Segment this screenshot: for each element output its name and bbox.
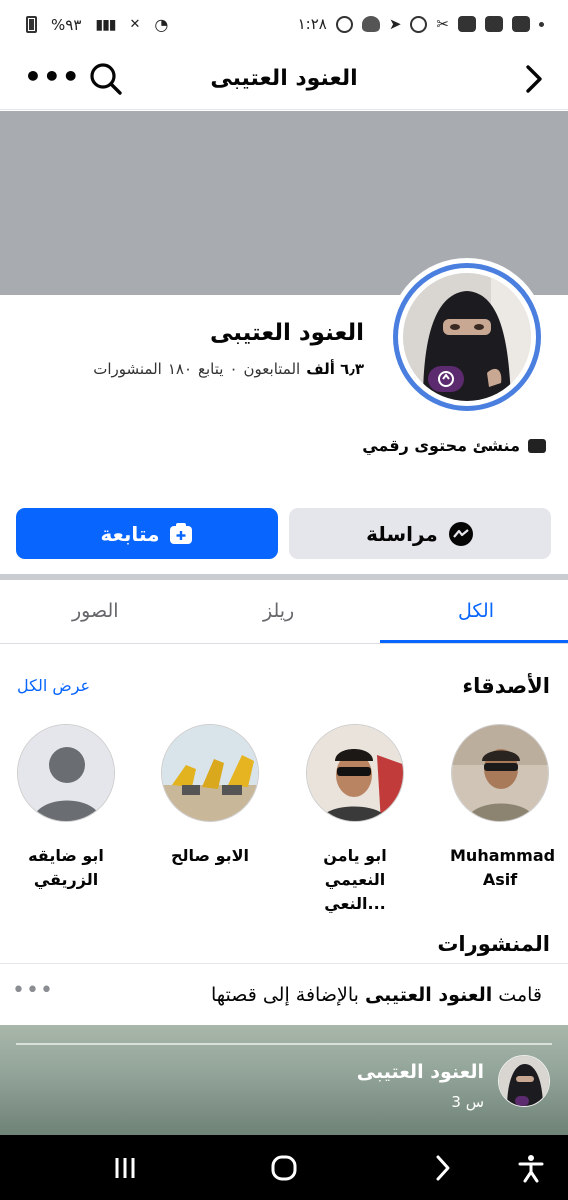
battery-icon [26, 16, 37, 33]
following-label[interactable]: يتابع [198, 360, 223, 378]
post-more-icon[interactable]: ••• [12, 978, 54, 1003]
add-follow-icon [170, 522, 193, 544]
whatsapp-icon [335, 15, 353, 33]
story-preview[interactable]: العنود العتيبى 3 س [0, 1025, 568, 1135]
follow-button-label: متابعة [100, 521, 160, 546]
post-author-avatar[interactable] [498, 1055, 550, 1107]
follow-button[interactable]: متابعة [16, 508, 278, 559]
avatar-image [403, 273, 531, 401]
posts-count: ١٨٠ [167, 360, 193, 378]
messenger-icon [448, 521, 473, 546]
friends-title: الأصدقاء [462, 674, 550, 698]
youtube-icon-3 [512, 16, 530, 32]
friend-name: ابو ضايقه الزريقي [28, 846, 104, 889]
status-bar-right: ١:٢٨ ➤ ✂ [298, 15, 544, 33]
post-timestamp: 3 س [451, 1093, 484, 1111]
briefcase-icon [528, 438, 546, 453]
status-bar-left: %٩٣ ▮▮▮ ✕ ◔ [26, 15, 168, 34]
posts-label: المنشورات [93, 360, 162, 378]
page-title: العنود العتيبى [210, 66, 358, 91]
story-share-header: قامت العنود العتيبى بالإضافة إلى قصتها •… [0, 963, 568, 1025]
friend-name: Muhammad Asif [450, 846, 556, 889]
post-author-name[interactable]: العنود العتيبى [357, 1061, 484, 1083]
recent-apps-icon[interactable] [110, 1153, 140, 1183]
friend-avatar [306, 724, 404, 822]
wifi-icon: ◔ [154, 15, 169, 34]
friend-card[interactable]: ابو ضايقه الزريقي [16, 724, 116, 892]
signal-icon: ▮▮▮ [95, 16, 116, 33]
followers-label[interactable]: المتابعون [244, 360, 301, 378]
following-count[interactable]: ٠ [229, 360, 237, 378]
profile-name: العنود العتيبى [209, 320, 364, 346]
tab-reels[interactable]: ريلز [263, 600, 294, 622]
story-progress-bar [16, 1043, 552, 1045]
telegram-icon: ➤ [388, 15, 402, 33]
back-icon[interactable] [428, 1153, 458, 1183]
friend-name: الابو صالح [170, 846, 249, 865]
accessibility-icon[interactable] [516, 1153, 546, 1183]
story-ring [393, 263, 541, 411]
see-all-friends-link[interactable]: عرض الكل [17, 676, 90, 695]
profile-avatar[interactable] [388, 258, 546, 416]
friend-name: ابو يامن النعيمي النعي... [323, 846, 387, 913]
active-tab-indicator [380, 640, 568, 643]
status-time: ١:٢٨ [297, 15, 327, 33]
tab-all[interactable]: الكل [458, 600, 494, 622]
chat-icon [410, 15, 428, 33]
friend-card[interactable]: ابو يامن النعيمي النعي... [305, 724, 405, 916]
profile-stats: ٦٫٣ ألف المتابعون ٠ يتابع ١٨٠ المنشورات [93, 360, 364, 378]
friend-card[interactable]: Muhammad Asif [450, 724, 556, 892]
back-chevron-icon[interactable] [522, 63, 546, 95]
story-share-text: قامت العنود العتيبى بالإضافة إلى قصتها [210, 984, 542, 1006]
youtube-icon [458, 16, 476, 32]
posts-title: المنشورات [437, 932, 550, 956]
message-button[interactable]: مراسلة [289, 508, 551, 559]
friend-avatar [161, 724, 259, 822]
avatar-badge-icon [428, 366, 464, 392]
system-nav-bar [0, 1135, 568, 1200]
top-header: ••• العنود العتيبى [0, 52, 568, 110]
friend-card[interactable]: الابو صالح [160, 724, 260, 868]
profile-category: منشئ محتوى رقمي [362, 436, 546, 455]
tab-photos[interactable]: الصور [72, 600, 119, 622]
home-icon[interactable] [269, 1153, 299, 1183]
battery-percent: %٩٣ [51, 15, 82, 34]
snapchat-icon [361, 16, 380, 32]
friend-avatar [451, 724, 549, 822]
capcut-icon: ✂ [436, 15, 449, 33]
profile-tabs: الكل ريلز الصور [0, 580, 568, 644]
dot-icon [539, 21, 544, 27]
followers-count[interactable]: ٦٫٣ ألف [306, 360, 364, 378]
default-avatar-icon [17, 724, 115, 822]
status-bar: %٩٣ ▮▮▮ ✕ ◔ ١:٢٨ ➤ ✂ [0, 0, 568, 52]
youtube-icon-2 [485, 16, 503, 32]
mute-icon: ✕ [129, 17, 141, 32]
message-button-label: مراسلة [366, 521, 438, 546]
category-label: منشئ محتوى رقمي [362, 436, 520, 455]
